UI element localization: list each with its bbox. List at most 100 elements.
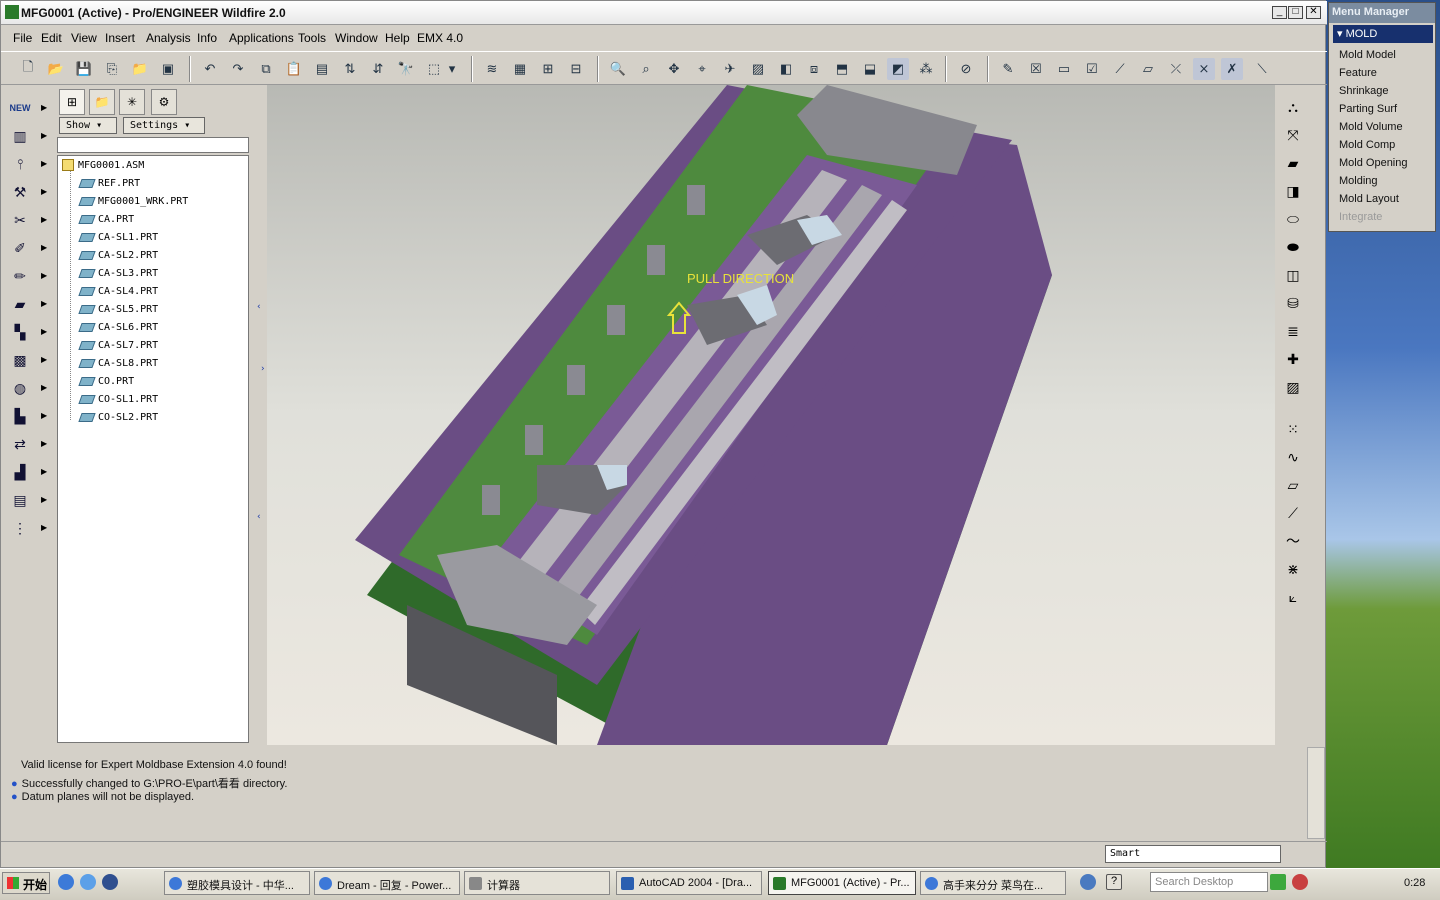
datum-axis-icon[interactable]: ⟋ (1281, 501, 1305, 525)
hidden-line-icon[interactable]: ⬒ (831, 58, 853, 80)
tree-filter-field[interactable] (57, 137, 249, 153)
cavity-insert-icon[interactable]: ◫ (1281, 263, 1305, 287)
datum-plane-display-icon[interactable]: ▱ (1137, 58, 1159, 80)
flyout-arrow-icon[interactable]: ▶ (41, 439, 47, 448)
show-dropdown[interactable]: Show ▾ (59, 117, 117, 134)
coordinate-system-icon[interactable]: ⟀ (1281, 585, 1305, 609)
maximize-button[interactable]: □ (1288, 6, 1303, 19)
dowel-icon[interactable]: ✐ (9, 237, 31, 259)
message-scrollbar[interactable] (1307, 747, 1325, 839)
csys-display-icon[interactable]: ⨯ (1193, 58, 1215, 80)
disk-icon[interactable]: ▣ (157, 58, 179, 80)
reorient-icon[interactable]: ✥ (663, 58, 685, 80)
taskbar-item[interactable]: 高手来分分 菜鸟在... (920, 871, 1066, 895)
zoom-fit-icon[interactable]: ⌕ (635, 58, 657, 80)
ejector-pin-icon[interactable]: ⫯ (9, 153, 31, 175)
axis-tags-icon[interactable]: ⟍ (1251, 58, 1273, 80)
spin-center-icon[interactable]: ✈ (719, 58, 741, 80)
parting-surface-icon[interactable]: ▰ (1281, 151, 1305, 175)
flyout-arrow-icon[interactable]: ▶ (41, 327, 47, 336)
datum-point-display-icon[interactable]: ⤫ (1165, 58, 1187, 80)
flyout-arrow-icon[interactable]: ▶ (41, 215, 47, 224)
window-icon[interactable]: ▭ (1053, 58, 1075, 80)
spin-center-toggle-icon[interactable]: ⁂ (915, 58, 937, 80)
tree-item[interactable]: CA-SL1.PRT (78, 230, 158, 246)
tree-item[interactable]: CA-SL3.PRT (78, 266, 158, 282)
hierarchy-icon[interactable]: ⊟ (565, 58, 587, 80)
datum-plane-icon[interactable]: ▱ (1281, 473, 1305, 497)
media-quicklaunch-icon[interactable] (102, 874, 118, 890)
tree-item[interactable]: REF.PRT (78, 176, 140, 192)
menu-item-parting-surf[interactable]: Parting Surf (1339, 103, 1397, 115)
lifter-icon[interactable]: ▰ (9, 293, 31, 315)
auto-workpiece-icon[interactable]: ⤧ (1281, 123, 1305, 147)
tree-item[interactable]: CA-SL4.PRT (78, 284, 158, 300)
drawing-icon[interactable]: ▙ (9, 405, 31, 427)
datum-curve-icon[interactable]: ∿ (1281, 445, 1305, 469)
thickness-check-icon[interactable]: ▨ (1281, 375, 1305, 399)
start-button[interactable]: 开始 (2, 872, 50, 894)
new-component-icon[interactable]: NEW (9, 97, 31, 119)
menu-item-mold-opening[interactable]: Mold Opening (1339, 157, 1408, 169)
tree-item[interactable]: CA-SL8.PRT (78, 356, 158, 372)
menu-help[interactable]: Help (385, 31, 410, 45)
settings-dropdown[interactable]: Settings ▾ (123, 117, 205, 134)
menu-item-feature[interactable]: Feature (1339, 67, 1377, 79)
flyout-arrow-icon[interactable]: ▶ (41, 495, 47, 504)
taskbar-item[interactable]: 计算器 (464, 871, 610, 895)
menu-item-mold-layout[interactable]: Mold Layout (1339, 193, 1399, 205)
browser-quicklaunch-icon[interactable] (80, 874, 96, 890)
tree-item[interactable]: CO-SL2.PRT (78, 410, 158, 426)
tree-item[interactable]: CA-SL5.PRT (78, 302, 158, 318)
flyout-arrow-icon[interactable]: ▶ (41, 355, 47, 364)
regenerate-icon[interactable]: ⇅ (339, 58, 361, 80)
menu-item-mold-model[interactable]: Mold Model (1339, 49, 1396, 61)
flyout-arrow-icon[interactable]: ▶ (41, 383, 47, 392)
menu-item-shrinkage[interactable]: Shrinkage (1339, 85, 1389, 97)
zoom-in-icon[interactable]: 🔍 (607, 58, 629, 80)
shading-icon[interactable]: ◧ (775, 58, 797, 80)
plate-icon[interactable]: ▩ (9, 349, 31, 371)
molding-icon[interactable]: ≣ (1281, 319, 1305, 343)
taskbar-item-active[interactable]: MFG0001 (Active) - Pr... (768, 871, 916, 895)
paste-special-icon[interactable]: ▤ (311, 58, 333, 80)
search-go-icon[interactable] (1270, 874, 1286, 890)
chevron-down-icon[interactable]: ▾ (445, 58, 459, 80)
menu-manager-header[interactable]: ▾ MOLD (1333, 25, 1433, 43)
tray-app-icon[interactable] (1292, 874, 1308, 890)
selection-filter-dropdown[interactable]: Smart (1105, 845, 1281, 863)
menu-view[interactable]: View (71, 31, 97, 45)
flyout-arrow-icon[interactable]: ▶ (41, 467, 47, 476)
no-hidden-icon[interactable]: ⬓ (859, 58, 881, 80)
flyout-arrow-icon[interactable]: ▶ (41, 271, 47, 280)
tree-item[interactable]: MFG0001_WRK.PRT (78, 194, 188, 210)
mold-opening-icon[interactable]: ⛁ (1281, 291, 1305, 315)
check-box-icon[interactable]: ☑ (1081, 58, 1103, 80)
flyout-arrow-icon[interactable]: ▶ (41, 523, 47, 532)
clearance-icon[interactable]: ▟ (9, 461, 31, 483)
skirt-surface-icon[interactable]: ⬬ (1281, 235, 1305, 259)
saved-views-icon[interactable]: ⌖ (691, 58, 713, 80)
flyout-arrow-icon[interactable]: ▶ (41, 103, 47, 112)
menu-window[interactable]: Window (335, 31, 378, 45)
datum-axis-display-icon[interactable]: ⟋ (1109, 58, 1131, 80)
tab-favorites[interactable]: ✳ (119, 89, 145, 115)
new-file-icon[interactable]: 🗋 (17, 58, 39, 80)
flyout-arrow-icon[interactable]: ▶ (41, 299, 47, 308)
redo-icon[interactable]: ↷ (227, 58, 249, 80)
menu-item-mold-comp[interactable]: Mold Comp (1339, 139, 1395, 151)
cooling-icon[interactable]: ✂ (9, 209, 31, 231)
menu-emx[interactable]: EMX 4.0 (417, 31, 463, 45)
network-tray-icon[interactable] (1080, 874, 1096, 890)
tab-connections[interactable]: ⚙ (151, 89, 177, 115)
menu-info[interactable]: Info (197, 31, 217, 45)
select-box-icon[interactable]: ⬚ (423, 58, 445, 80)
insert-icon[interactable]: ▚ (9, 321, 31, 343)
bom-icon[interactable]: ◍ (9, 377, 31, 399)
minimize-button[interactable]: _ (1272, 6, 1287, 19)
datum-point-icon[interactable]: ⁙ (1281, 417, 1305, 441)
ie-quicklaunch-icon[interactable] (58, 874, 74, 890)
flyout-arrow-icon[interactable]: ▶ (41, 187, 47, 196)
mold-model-icon[interactable]: ⛬ (1281, 95, 1305, 119)
slider-icon[interactable]: ✏ (9, 265, 31, 287)
